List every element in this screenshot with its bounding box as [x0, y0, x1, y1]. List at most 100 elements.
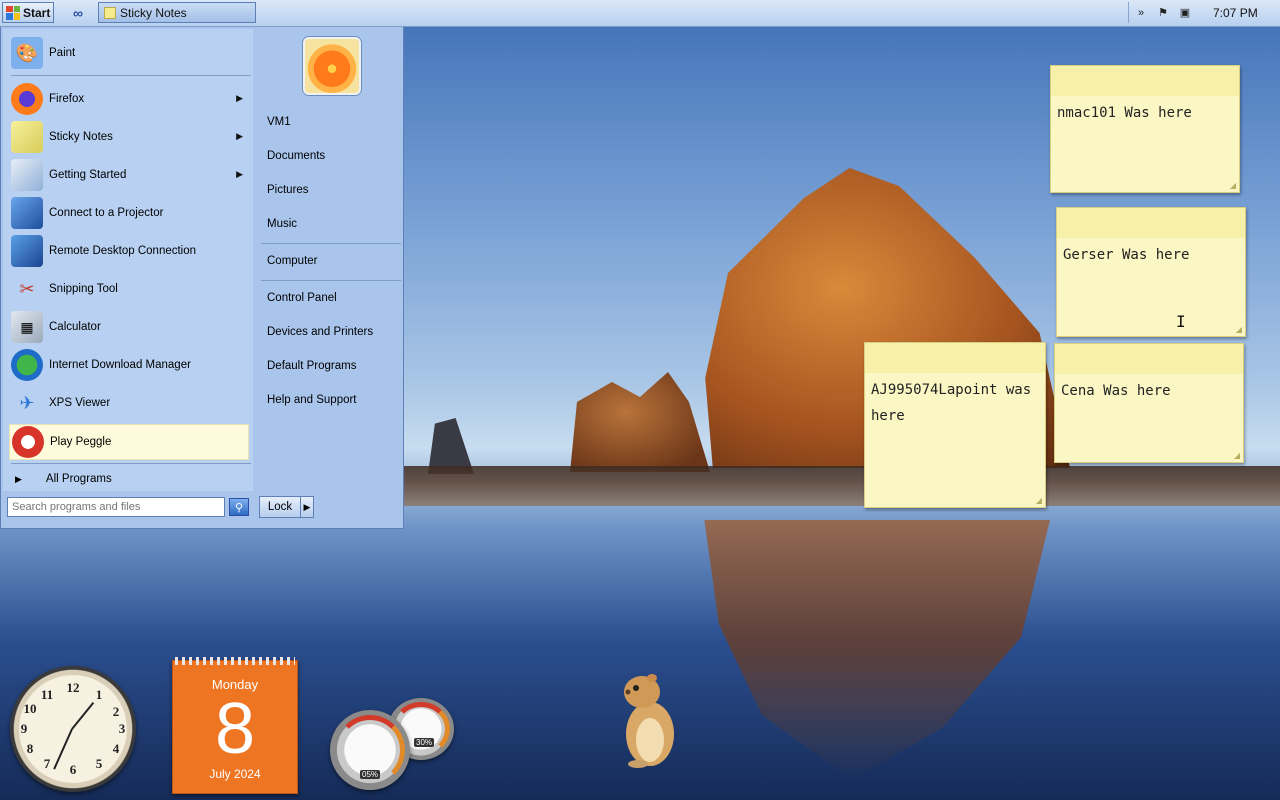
divider: [261, 280, 401, 281]
program-connect-to-projector[interactable]: Connect to a Projector: [9, 195, 249, 231]
program-label: Firefox: [49, 93, 85, 105]
program-internet-download-manager[interactable]: Internet Download Manager: [9, 347, 249, 383]
program-firefox[interactable]: Firefox ▶: [9, 81, 249, 117]
sticky-note-toolbar[interactable]: [1057, 208, 1245, 238]
firefox-icon: [11, 83, 43, 115]
place-devices-and-printers[interactable]: Devices and Printers: [267, 326, 373, 338]
network-icon[interactable]: ▣: [1177, 5, 1193, 21]
sticky-notes-icon: [11, 121, 43, 153]
peggle-icon: P: [12, 426, 44, 458]
clock-numeral: 2: [112, 704, 120, 719]
sticky-note[interactable]: nmac101 Was here ◢: [1050, 65, 1240, 193]
start-label: Start: [23, 5, 51, 20]
place-music[interactable]: Music: [267, 218, 297, 230]
program-label: Snipping Tool: [49, 283, 118, 295]
system-tray: » ⚑ ▣ 7:07 PM: [1128, 2, 1278, 23]
calculator-icon: ▦: [11, 311, 43, 343]
xps-viewer-icon: ✈: [19, 392, 35, 413]
place-computer[interactable]: Computer: [267, 255, 318, 267]
lock-button[interactable]: Lock: [259, 496, 301, 518]
start-menu-places-pane: VM1 Documents Pictures Music Computer Co…: [255, 27, 403, 495]
program-label: Getting Started: [49, 169, 127, 181]
clock-gadget[interactable]: 12 1 2 3 4 5 6 7 8 9 10 11: [10, 666, 136, 792]
program-label: Paint: [49, 47, 76, 59]
place-vm1[interactable]: VM1: [267, 116, 291, 128]
power-options-arrow-icon[interactable]: ▶: [300, 496, 314, 518]
action-center-flag-icon[interactable]: ⚑: [1155, 5, 1171, 21]
calendar-date: 8: [214, 689, 256, 769]
paint-icon: 🎨: [11, 37, 43, 69]
download-manager-icon: [11, 349, 43, 381]
clock-numeral: 4: [112, 741, 120, 756]
all-programs-label: All Programs: [45, 473, 112, 485]
all-programs-button[interactable]: ▶ All Programs: [9, 469, 249, 489]
clock-hour-hand: [71, 701, 95, 730]
program-label: Play Peggle: [50, 436, 112, 448]
place-pictures[interactable]: Pictures: [267, 184, 309, 196]
calendar-gadget[interactable]: Monday 8 July 2024: [172, 657, 298, 794]
program-paint[interactable]: 🎨 Paint: [9, 35, 249, 71]
resize-grip-icon[interactable]: ◢: [1230, 181, 1236, 190]
program-getting-started[interactable]: Getting Started ▶: [9, 157, 249, 193]
place-help-and-support[interactable]: Help and Support: [267, 394, 357, 406]
search-icon[interactable]: ⚲: [229, 498, 249, 516]
program-sticky-notes[interactable]: Sticky Notes ▶: [9, 119, 249, 155]
remote-desktop-icon: [11, 235, 43, 267]
start-menu-programs-pane: 🎨 Paint Firefox ▶ Sticky Notes ▶ Getting…: [3, 29, 253, 491]
divider: [11, 75, 251, 76]
sticky-note-toolbar[interactable]: [865, 343, 1045, 373]
shutdown-controls: Lock ▶: [259, 496, 315, 518]
clock-numeral: 8: [26, 741, 34, 756]
sticky-note-toolbar[interactable]: [1051, 66, 1239, 96]
memory-usage-label: 30%: [414, 738, 435, 747]
place-documents[interactable]: Documents: [267, 150, 325, 162]
hamster-desktop-pet[interactable]: [616, 668, 680, 770]
program-play-peggle[interactable]: P Play Peggle: [9, 424, 249, 460]
program-label: Sticky Notes: [49, 131, 113, 143]
taskbar: Start ∞ Sticky Notes » ⚑ ▣ 7:07 PM: [0, 0, 1280, 27]
resize-grip-icon[interactable]: ◢: [1234, 451, 1240, 460]
program-snipping-tool[interactable]: ✂ Snipping Tool: [9, 271, 249, 307]
calendar-month-year: July 2024: [209, 767, 261, 781]
windows-logo-icon: [6, 5, 20, 20]
start-menu: 🎨 Paint Firefox ▶ Sticky Notes ▶ Getting…: [0, 27, 404, 529]
place-default-programs[interactable]: Default Programs: [267, 360, 356, 372]
quick-launch-icon[interactable]: ∞: [68, 5, 88, 21]
clock-numeral: 3: [118, 721, 126, 736]
clock-numeral: 12: [66, 680, 80, 695]
sticky-note[interactable]: Gerser Was here ◢: [1056, 207, 1246, 337]
getting-started-icon: [11, 159, 43, 191]
program-calculator[interactable]: ▦ Calculator: [9, 309, 249, 345]
program-xps-viewer[interactable]: ✈ XPS Viewer: [9, 385, 249, 421]
clock-numeral: 11: [40, 687, 54, 702]
cpu-usage-label: 05%: [360, 770, 381, 779]
program-label: Internet Download Manager: [49, 359, 191, 371]
start-search: ⚲: [7, 497, 251, 519]
sticky-note-text[interactable]: Cena Was here: [1055, 374, 1243, 408]
sticky-notes-icon: [104, 6, 116, 19]
submenu-arrow-icon: ▶: [236, 93, 243, 103]
sticky-note[interactable]: AJ995074Lapoint was here ◢: [864, 342, 1046, 508]
sticky-note-text[interactable]: nmac101 Was here: [1051, 96, 1239, 130]
text-cursor-icon: I: [1176, 312, 1186, 331]
search-input[interactable]: [7, 497, 225, 517]
sticky-note[interactable]: Cena Was here ◢: [1054, 343, 1244, 463]
sticky-note-text[interactable]: AJ995074Lapoint was here: [865, 373, 1045, 433]
show-hidden-icons-icon[interactable]: »: [1133, 5, 1149, 21]
taskbar-item-sticky-notes[interactable]: Sticky Notes: [98, 2, 256, 23]
sticky-note-toolbar[interactable]: [1055, 344, 1243, 374]
program-remote-desktop[interactable]: Remote Desktop Connection: [9, 233, 249, 269]
sticky-note-text[interactable]: Gerser Was here: [1057, 238, 1245, 272]
program-label: Calculator: [49, 321, 101, 333]
user-avatar[interactable]: [303, 37, 361, 95]
place-control-panel[interactable]: Control Panel: [267, 292, 337, 304]
resize-grip-icon[interactable]: ◢: [1036, 496, 1042, 505]
cpu-meter[interactable]: 05%: [330, 710, 410, 790]
clock-numeral: 9: [20, 721, 28, 736]
program-label: Connect to a Projector: [49, 207, 164, 219]
resize-grip-icon[interactable]: ◢: [1236, 325, 1242, 334]
clock-numeral: 5: [95, 756, 103, 771]
start-button[interactable]: Start: [2, 2, 54, 23]
taskbar-clock[interactable]: 7:07 PM: [1213, 6, 1258, 20]
clock-numeral: 7: [43, 756, 51, 771]
